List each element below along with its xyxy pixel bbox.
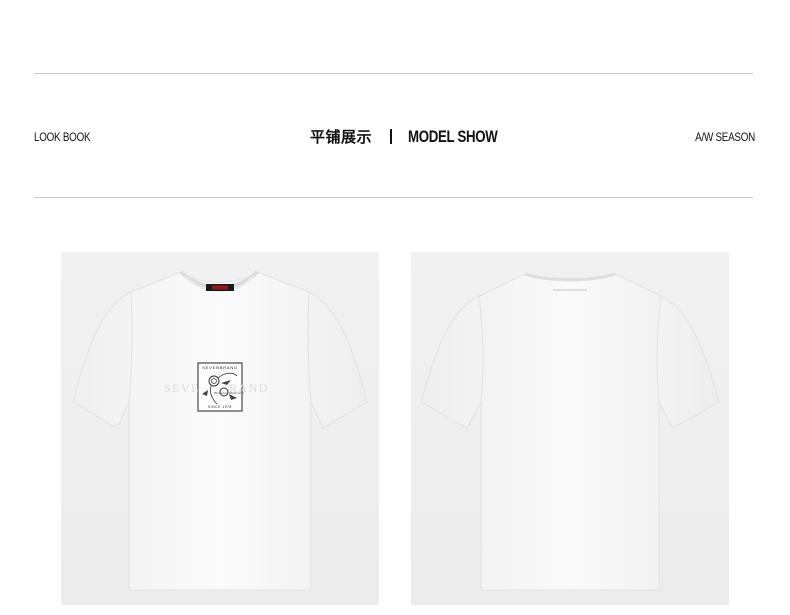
- season-label: A/W SEASON: [695, 130, 755, 144]
- neck-label-icon: [206, 284, 234, 291]
- tshirt-front-icon: SEVENBRAND SEVE RAND Blooming Wilderness…: [72, 270, 368, 591]
- look-book-label: LOOK BOOK: [34, 130, 91, 144]
- section-header: LOOK BOOK 平铺展示 MODEL SHOW A/W SEASON: [34, 122, 755, 152]
- section-title: 平铺展示 MODEL SHOW: [310, 126, 523, 147]
- tshirt-back-icon: [420, 272, 720, 591]
- section-title-cn: 平铺展示: [310, 128, 373, 146]
- graphic-wordmark-left: SEVE: [164, 381, 200, 395]
- graphic-top-text: SEVENBRAND: [202, 365, 238, 370]
- product-photo-back[interactable]: [411, 252, 729, 605]
- title-separator: [390, 129, 393, 144]
- top-divider: [34, 73, 753, 74]
- bottom-divider: [34, 197, 753, 198]
- section-title-en: MODEL SHOW: [408, 126, 498, 146]
- graphic-script-text: Blooming Wilderness: [214, 391, 244, 395]
- graphic-bottom-text: SINCE 1978: [208, 405, 232, 409]
- product-photo-front[interactable]: SEVENBRAND SEVE RAND Blooming Wilderness…: [61, 252, 379, 605]
